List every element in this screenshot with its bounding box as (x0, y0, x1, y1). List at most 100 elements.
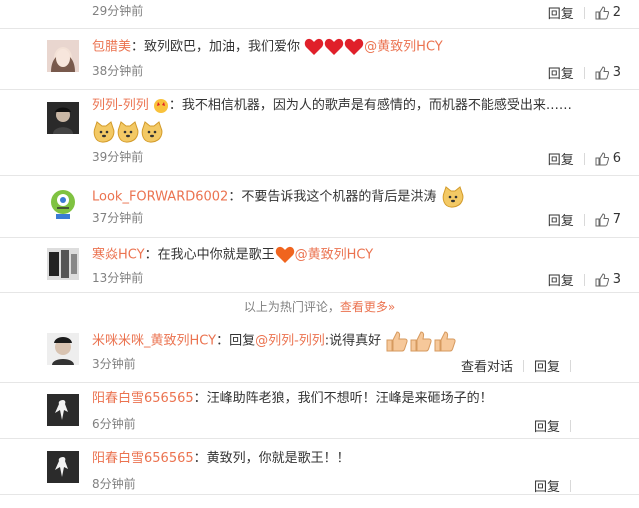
divider (583, 6, 585, 19)
reply-button[interactable]: 回复 (548, 3, 574, 22)
heart-emoji-icon (304, 38, 324, 55)
comment-body: ：黄致列，你就是歌王！！ (193, 451, 350, 466)
heart-emoji-icon (324, 38, 344, 55)
divider (583, 273, 585, 286)
comment-body: ：致列欧巴，加油，我们爱你 (131, 39, 301, 55)
comment-body: ：我不相信机器，因为人的歌声是有感情的，而机器不能感受出来…… (168, 98, 572, 113)
comment-text: 阳春白雪656565：汪峰助阵老狼，我们不想听！汪峰是来砸场子的！ (92, 390, 493, 408)
heart-emoji-icon (344, 38, 364, 55)
reply-button[interactable]: 回复 (548, 63, 574, 82)
heart-emoji-icon (275, 246, 294, 263)
reply-button[interactable]: 回复 (548, 149, 574, 168)
like-count: 3 (612, 272, 621, 287)
comment-actions: 回复 (534, 416, 581, 435)
divider (570, 419, 571, 432)
comment-text: 包腊美：致列欧巴，加油，我们爱你 @黄致列HCY (92, 38, 443, 57)
divider (570, 359, 571, 372)
comment-actions: 回复 3 (548, 63, 621, 82)
username-link[interactable]: 阳春白雪656565 (92, 391, 194, 406)
like-button[interactable]: 2 (595, 5, 621, 20)
divider (583, 213, 585, 226)
thumbs-up-icon (595, 5, 609, 19)
comment-time: 3分钟前 (92, 357, 136, 371)
like-button[interactable]: 6 (595, 151, 621, 166)
comment-actions: 回复 (534, 476, 581, 495)
hot-comments-label: 以上为热门评论， (243, 300, 340, 314)
thumbs-up-emoji-icon (386, 331, 408, 352)
comment-time: 37分钟前 (92, 211, 144, 225)
comment-time: 8分钟前 (92, 477, 136, 491)
view-more-link[interactable]: 查看更多» (340, 300, 395, 314)
comment-item: 寒焱HCY：在我心中你就是歌王 @黄致列HCY 13分钟前 回复 3 (0, 237, 639, 293)
avatar[interactable] (47, 248, 79, 280)
comment-actions: 回复 7 (548, 210, 621, 229)
username-link[interactable]: Look_FORWARD6002 (92, 190, 228, 205)
doge-emoji-icon (442, 186, 463, 208)
hot-comments-footer: 以上为热门评论，查看更多» (0, 298, 639, 315)
avatar[interactable] (47, 102, 79, 134)
like-count: 3 (612, 65, 621, 80)
comment-body: ：不要告诉我这个机器的背后是洪涛 (228, 189, 437, 205)
avatar[interactable] (47, 187, 79, 219)
comment-actions: 回复 2 (548, 3, 621, 22)
username-link[interactable]: 寒焱HCY (92, 248, 145, 263)
comment-body: ：汪峰助阵老狼，我们不想听！汪峰是来砸场子的！ (193, 391, 493, 406)
divider (570, 479, 571, 492)
comment-text: 阳春白雪656565：黄致列，你就是歌王！！ (92, 450, 350, 468)
fan-badge-icon (153, 98, 168, 113)
divider (522, 359, 524, 372)
divider (583, 152, 585, 165)
divider (583, 66, 585, 79)
thumbs-up-icon (595, 212, 609, 226)
avatar[interactable] (47, 40, 79, 72)
like-count: 6 (612, 151, 621, 166)
thumbs-up-emoji-icon (434, 331, 456, 352)
reply-button[interactable]: 回复 (534, 476, 560, 495)
username-link[interactable]: 包腊美 (92, 40, 131, 55)
thumbs-up-icon (595, 65, 609, 79)
like-button[interactable]: 7 (595, 212, 621, 227)
username-link[interactable]: 列列-列列 (92, 98, 149, 113)
comment-text: 米咪米咪_黄致列HCY：回复@列列-列列:说得真好 (92, 330, 457, 352)
like-count: 7 (612, 212, 621, 227)
reply-button[interactable]: 回复 (534, 416, 560, 435)
mention-link[interactable]: @列列-列列 (255, 334, 325, 349)
comment-time: 39分钟前 (92, 150, 144, 164)
doge-emoji-icon (141, 121, 163, 143)
comment-item: Look_FORWARD6002：不要告诉我这个机器的背后是洪涛 37分钟前 回… (0, 175, 639, 238)
username-link[interactable]: 阳春白雪656565 (92, 451, 194, 466)
comment-body-tail: :说得真好 (324, 333, 382, 349)
avatar[interactable] (47, 394, 79, 426)
avatar[interactable] (47, 451, 79, 483)
comment-time: 6分钟前 (92, 417, 136, 431)
comment-actions: 回复 3 (548, 270, 621, 289)
like-button[interactable]: 3 (595, 65, 621, 80)
comment-item: 29分钟前 回复 2 (0, 0, 639, 29)
thumbs-up-icon (595, 272, 609, 286)
comment-actions: 查看对话 回复 (461, 356, 581, 375)
view-conversation-button[interactable]: 查看对话 (461, 356, 513, 375)
comment-actions: 回复 6 (548, 149, 621, 168)
comment-text: 寒焱HCY：在我心中你就是歌王 @黄致列HCY (92, 246, 373, 265)
comment-time: 38分钟前 (92, 64, 144, 78)
doge-emoji-icon (93, 121, 115, 143)
comment-text: Look_FORWARD6002：不要告诉我这个机器的背后是洪涛 (92, 185, 465, 209)
like-count: 2 (612, 5, 621, 20)
comment-time: 29分钟前 (92, 4, 144, 18)
mention-link[interactable]: @黄致列HCY (295, 248, 374, 263)
reply-button[interactable]: 回复 (548, 270, 574, 289)
avatar[interactable] (47, 333, 79, 365)
comment-body: ：回复 (216, 333, 256, 349)
like-button[interactable]: 3 (595, 272, 621, 287)
thumbs-up-icon (595, 151, 609, 165)
thumbs-up-emoji-icon (410, 331, 432, 352)
mention-link[interactable]: @黄致列HCY (364, 40, 443, 55)
reply-button[interactable]: 回复 (534, 356, 560, 375)
username-link[interactable]: 米咪米咪_黄致列HCY (92, 334, 216, 349)
doge-emoji-icon (117, 121, 139, 143)
comment-item: 阳春白雪656565：黄致列，你就是歌王！！ 8分钟前 回复 (0, 438, 639, 495)
comment-text: 列列-列列 ：我不相信机器，因为人的歌声是有感情的，而机器不能感受出来…… (92, 97, 572, 115)
comment-body: ：在我心中你就是歌王 (144, 247, 275, 263)
reply-button[interactable]: 回复 (548, 210, 574, 229)
comment-item: 包腊美：致列欧巴，加油，我们爱你 @黄致列HCY 38分钟前 回复 3 (0, 28, 639, 90)
